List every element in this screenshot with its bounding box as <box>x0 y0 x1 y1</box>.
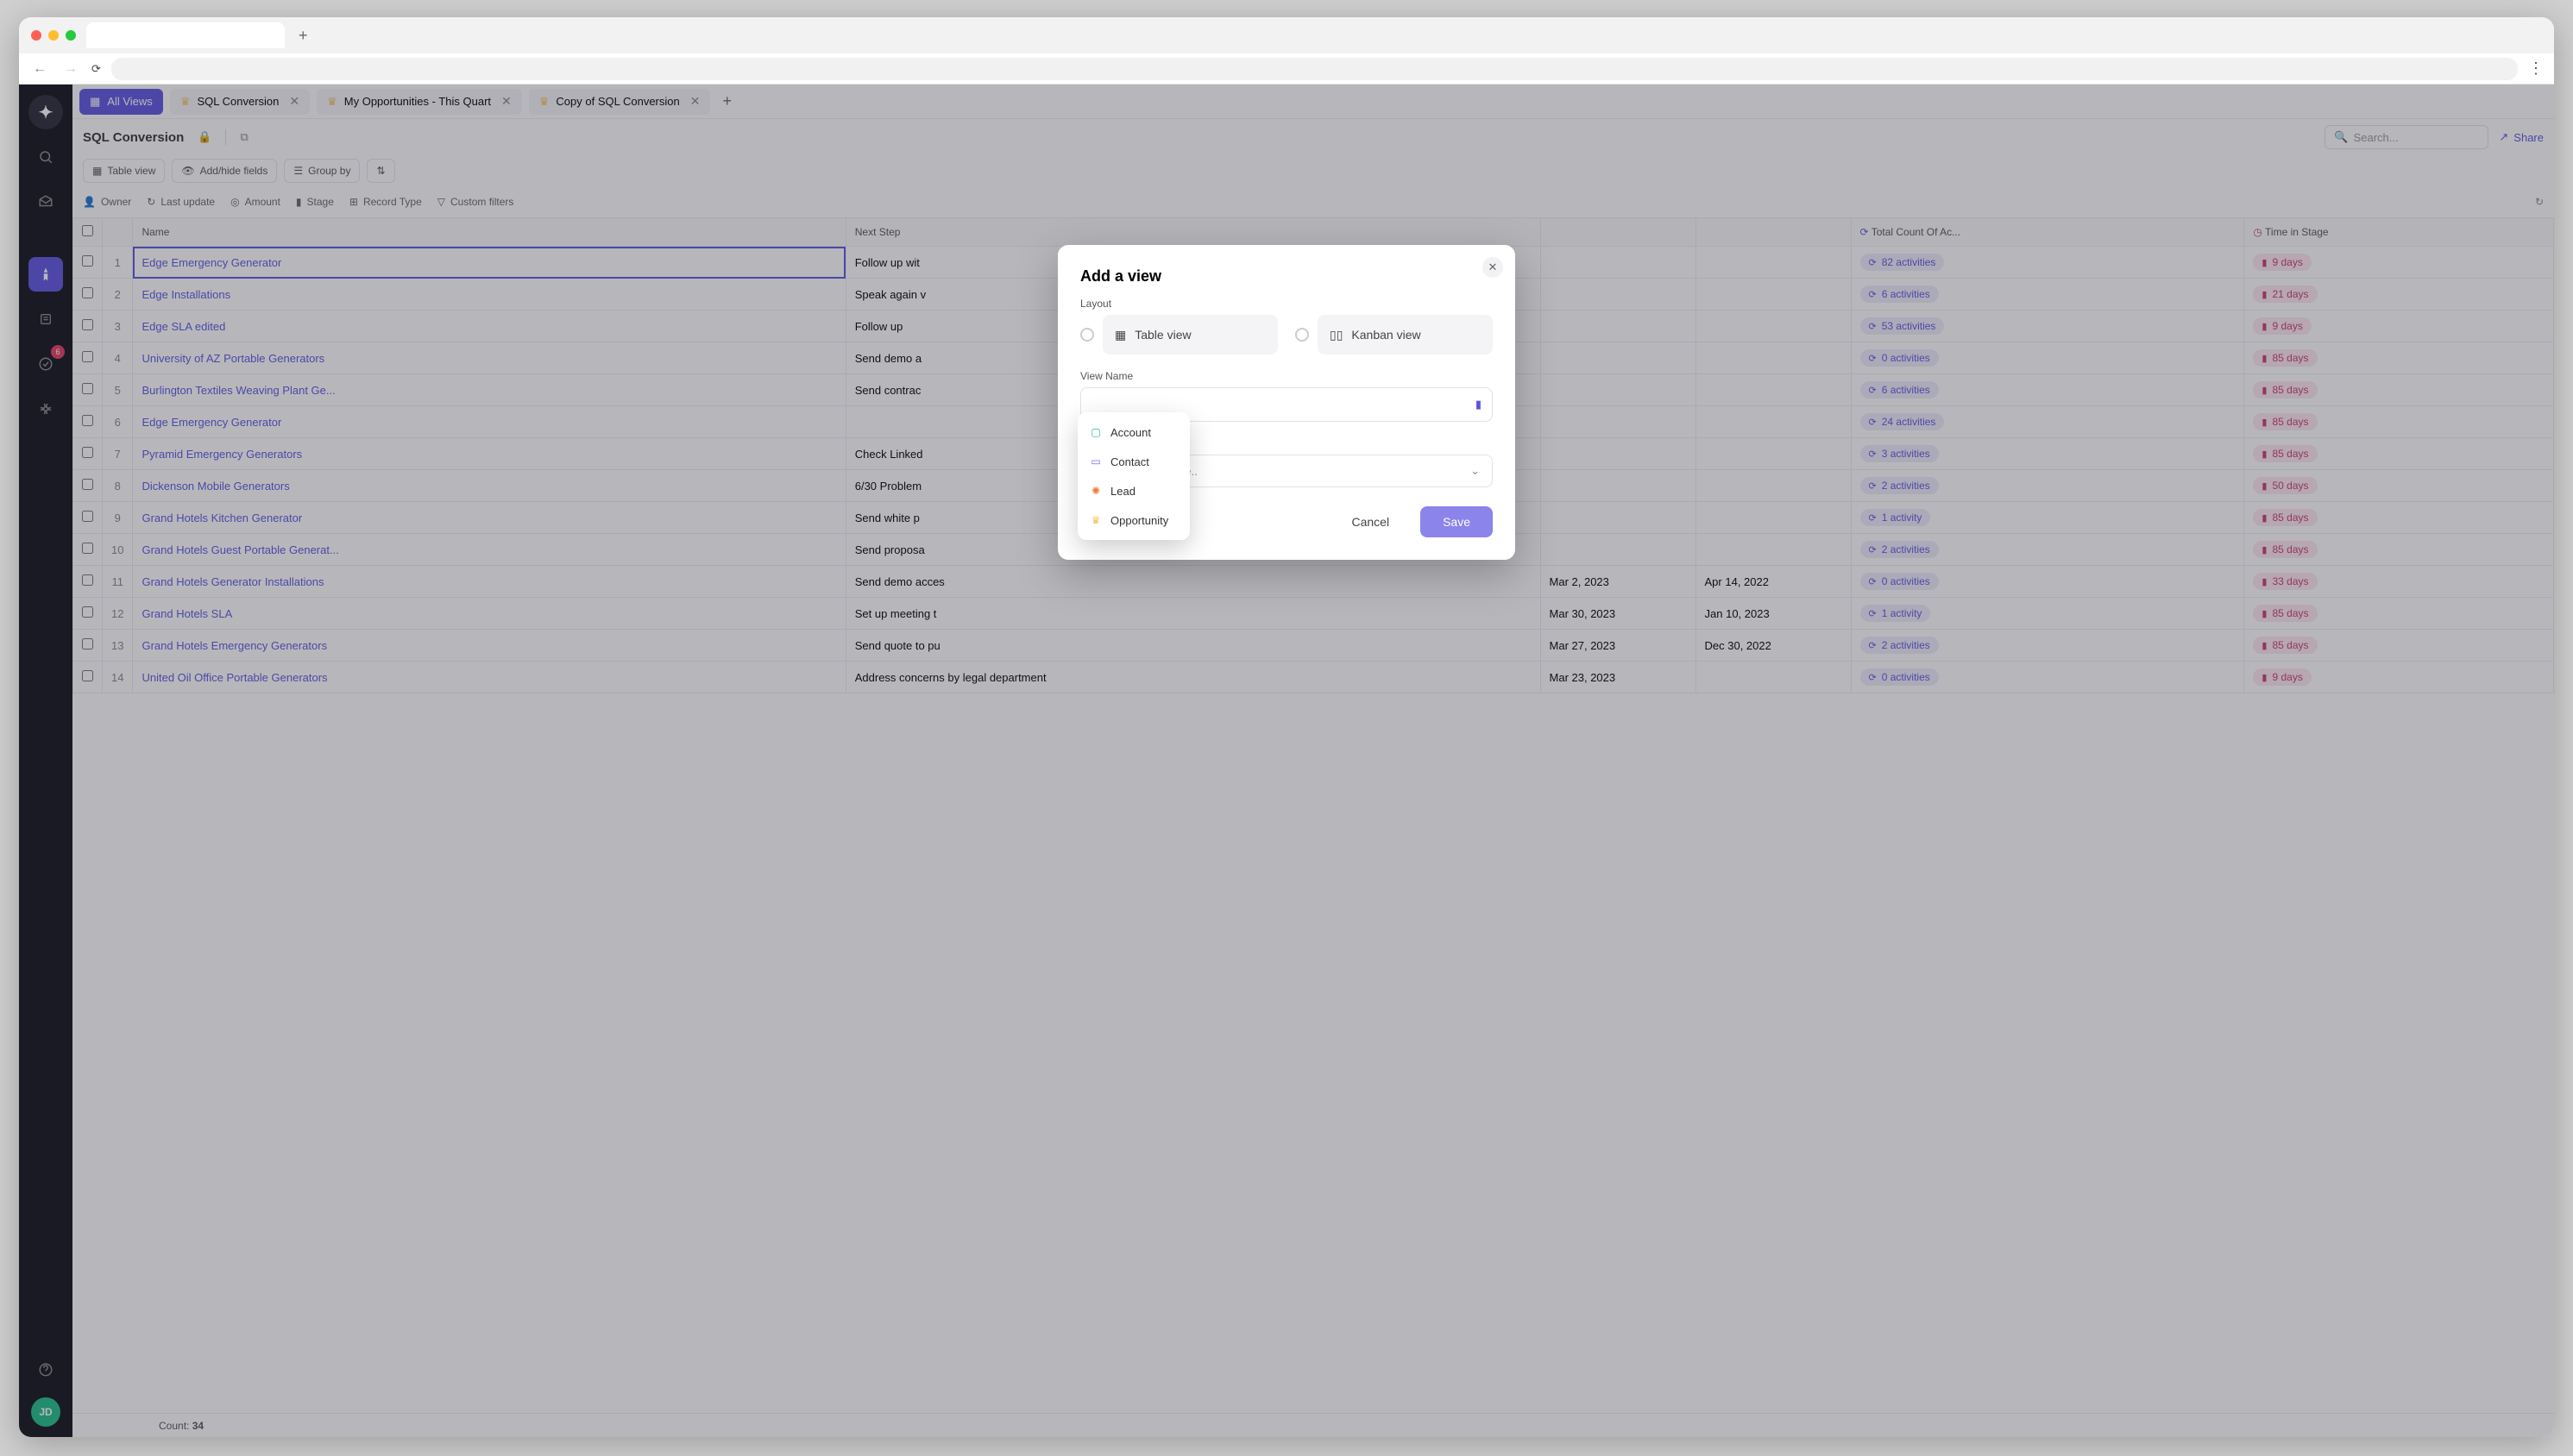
text-cursor-icon: ▮ <box>1475 398 1482 411</box>
radio-kanban[interactable] <box>1295 328 1309 342</box>
modal-close-button[interactable]: ✕ <box>1482 257 1503 278</box>
back-button[interactable]: ← <box>29 60 50 78</box>
reload-button[interactable]: ⟳ <box>91 62 101 76</box>
address-bar: ← → ⟳ ⋮ <box>19 53 2554 85</box>
kanban-icon: ▯▯ <box>1330 328 1343 342</box>
save-button[interactable]: Save <box>1420 506 1493 537</box>
table-icon: ▦ <box>1115 328 1126 342</box>
url-input[interactable] <box>111 58 2518 80</box>
lead-icon: ✺ <box>1090 485 1102 497</box>
dropdown-lead[interactable]: ✺ Lead <box>1078 476 1190 505</box>
layout-table-option[interactable]: ▦ Table view <box>1080 315 1278 355</box>
contact-icon: ▭ <box>1090 455 1102 468</box>
view-name-label: View Name <box>1080 370 1493 382</box>
dropdown-account[interactable]: ▢ Account <box>1078 417 1190 447</box>
account-icon: ▢ <box>1090 426 1102 438</box>
layout-label: Layout <box>1080 298 1493 310</box>
modal-title: Add a view <box>1080 267 1493 286</box>
forward-button: → <box>60 60 81 78</box>
cancel-button[interactable]: Cancel <box>1329 506 1412 537</box>
record-type-dropdown: ▢ Account ▭ Contact ✺ Lead ♛ Opportunity <box>1078 412 1190 540</box>
window-maximize[interactable] <box>66 30 76 41</box>
opportunity-icon: ♛ <box>1090 514 1102 526</box>
dropdown-opportunity[interactable]: ♛ Opportunity <box>1078 505 1190 535</box>
dropdown-contact[interactable]: ▭ Contact <box>1078 447 1190 476</box>
window-close[interactable] <box>31 30 41 41</box>
layout-kanban-option[interactable]: ▯▯ Kanban view <box>1295 315 1493 355</box>
browser-tab[interactable] <box>86 22 285 48</box>
chevron-down-icon: ⌄ <box>1470 464 1480 478</box>
new-tab-button[interactable]: + <box>299 27 308 45</box>
window-minimize[interactable] <box>48 30 59 41</box>
window-titlebar: + <box>19 17 2554 53</box>
browser-menu[interactable]: ⋮ <box>2528 60 2544 78</box>
radio-table[interactable] <box>1080 328 1094 342</box>
